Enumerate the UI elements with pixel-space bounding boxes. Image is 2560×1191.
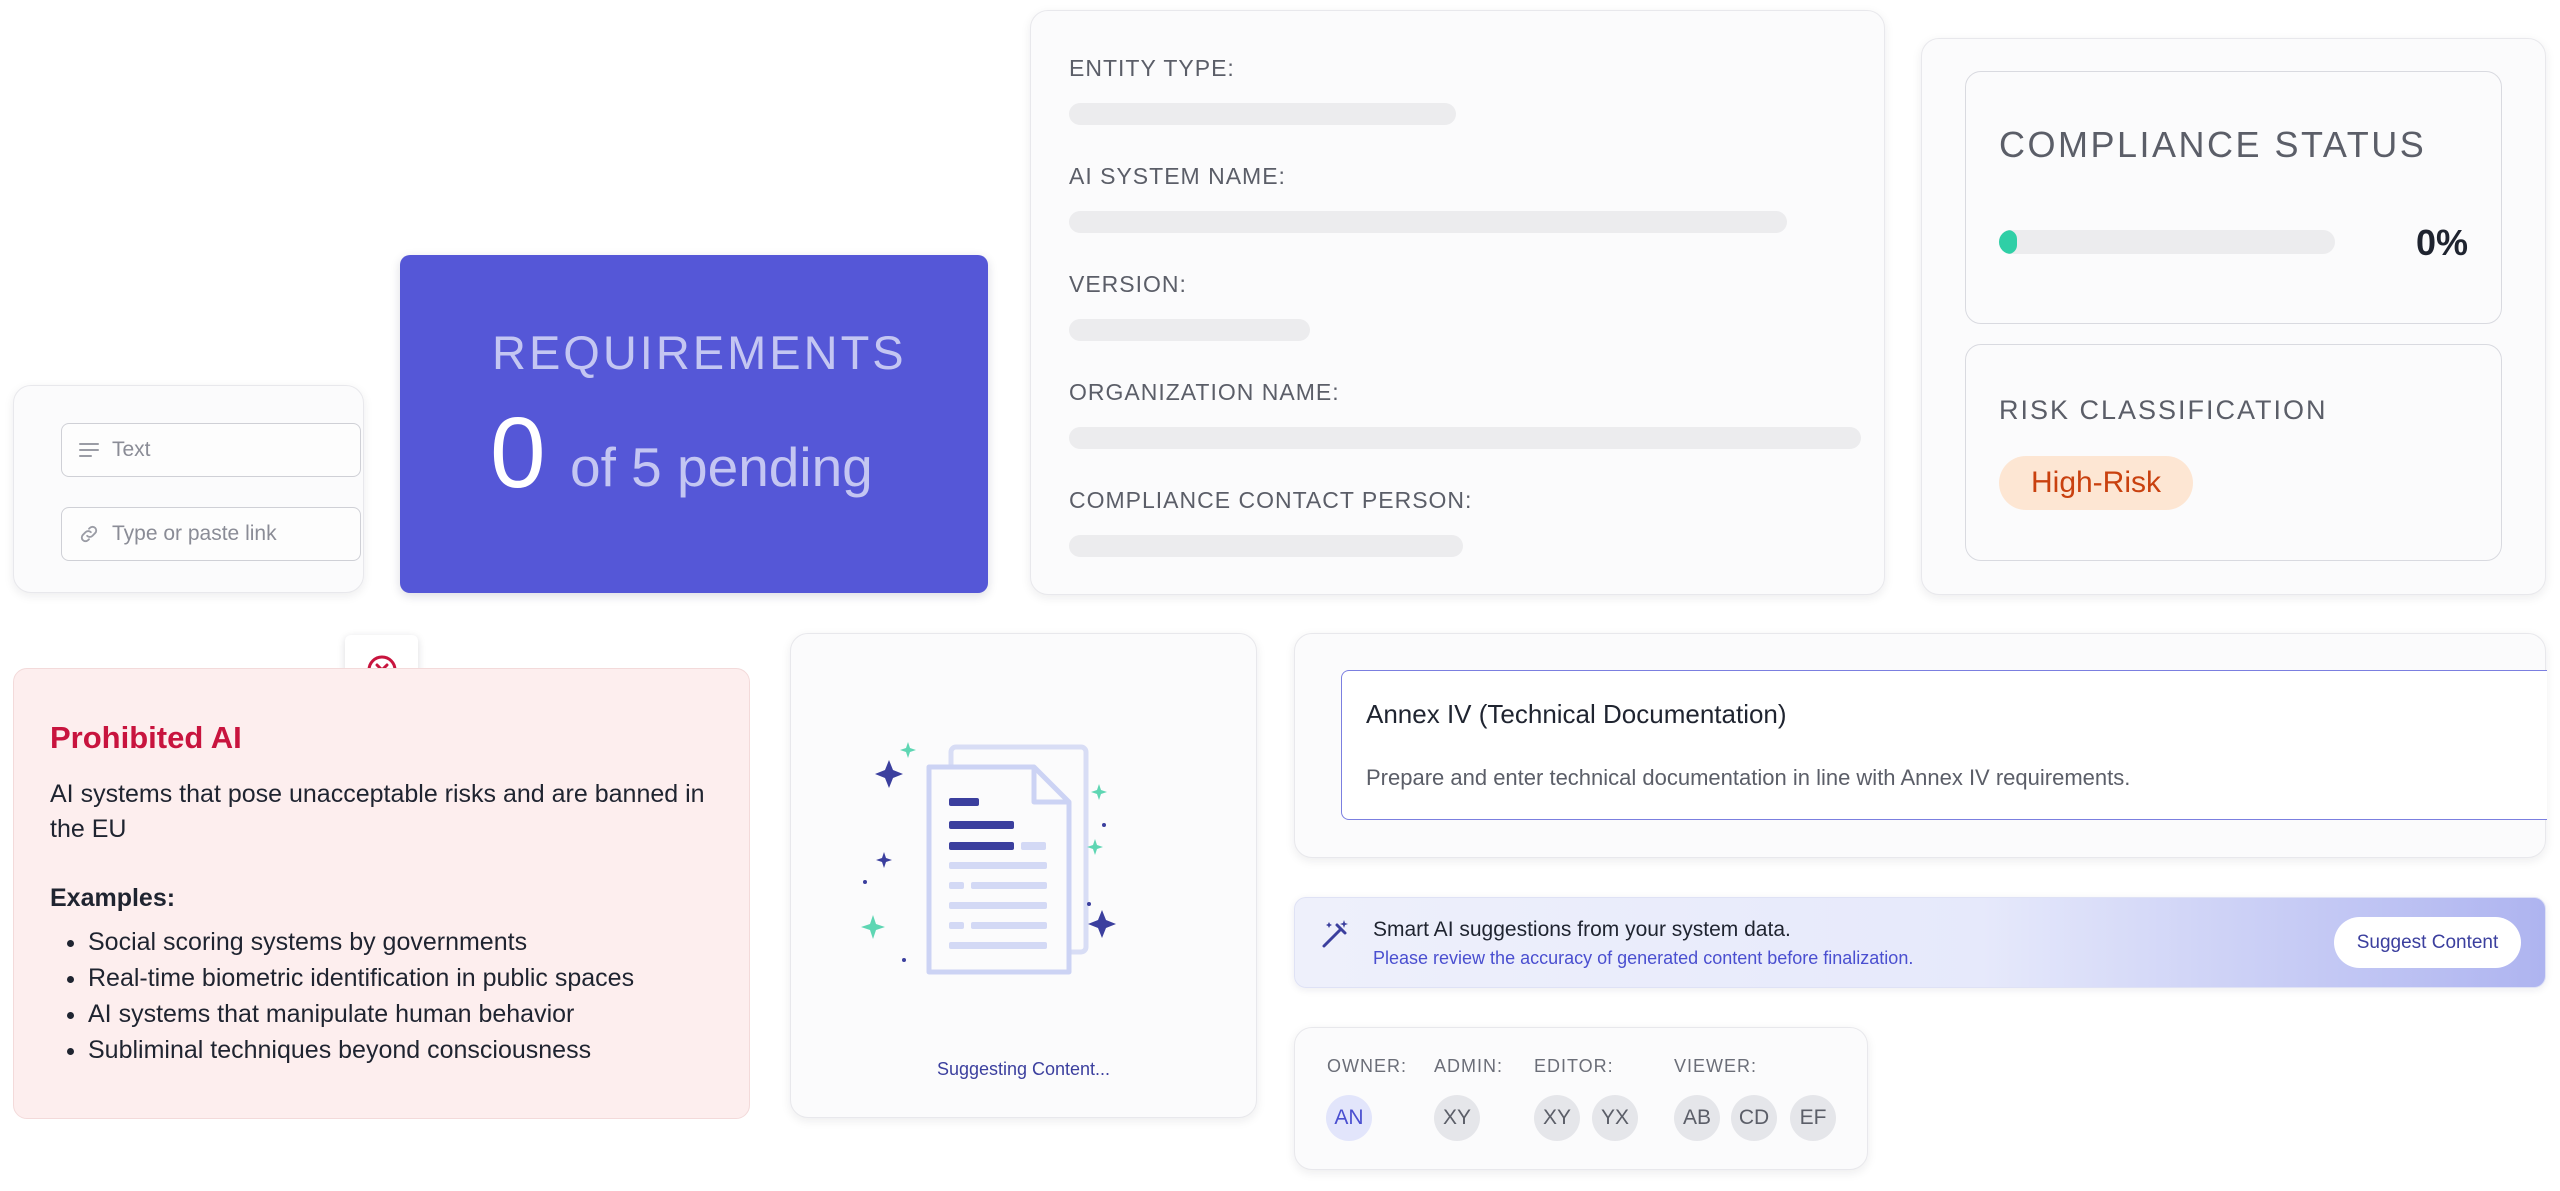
compliance-contact-label: COMPLIANCE CONTACT PERSON:: [1069, 487, 1473, 513]
list-item: AI systems that manipulate human behavio…: [88, 997, 634, 1031]
prohibited-ai-card: Prohibited AI AI systems that pose unacc…: [13, 668, 750, 1119]
compliance-progress-track: [1999, 230, 2335, 254]
annex-description: Prepare and enter technical documentatio…: [1366, 765, 2131, 790]
version-label: VERSION:: [1069, 271, 1187, 297]
entity-form-card: ENTITY TYPE: AI SYSTEM NAME: VERSION: OR…: [1030, 10, 1885, 595]
roles-card: [1294, 1027, 1868, 1170]
ai-system-name-field[interactable]: [1069, 211, 1787, 233]
avatar[interactable]: AB: [1674, 1095, 1720, 1141]
link-input-card: Text Type or paste link: [13, 385, 364, 593]
compliance-contact-field[interactable]: [1069, 535, 1463, 557]
prohibited-title: Prohibited AI: [50, 720, 242, 755]
annex-title: Annex IV (Technical Documentation): [1366, 699, 1787, 729]
viewer-label: VIEWER:: [1674, 1056, 1758, 1076]
avatar[interactable]: CD: [1731, 1095, 1777, 1141]
suggest-content-button[interactable]: Suggest Content: [2334, 917, 2521, 968]
compliance-progress-fill: [1999, 230, 2017, 254]
smart-ai-banner: Smart AI suggestions from your system da…: [1294, 897, 2546, 988]
magic-wand-icon: [1322, 920, 1348, 948]
avatar[interactable]: EF: [1790, 1095, 1836, 1141]
text-field[interactable]: Text: [61, 423, 361, 477]
examples-list: Social scoring systems by governments Re…: [50, 925, 634, 1069]
avatar[interactable]: XY: [1534, 1095, 1580, 1141]
link-icon: [80, 525, 98, 543]
entity-type-field[interactable]: [1069, 103, 1456, 125]
examples-label: Examples:: [50, 884, 176, 912]
list-item: Subliminal techniques beyond consciousne…: [88, 1033, 634, 1067]
ai-system-name-label: AI SYSTEM NAME:: [1069, 163, 1286, 189]
prohibited-description: AI systems that pose unacceptable risks …: [50, 780, 705, 843]
risk-badge: High-Risk: [1999, 456, 2193, 510]
avatar[interactable]: YX: [1592, 1095, 1638, 1141]
compliance-card: COMPLIANCE STATUS 0% RISK CLASSIFICATION…: [1921, 38, 2546, 595]
organization-name-label: ORGANIZATION NAME:: [1069, 379, 1340, 405]
link-field[interactable]: Type or paste link: [61, 507, 361, 561]
avatar[interactable]: XY: [1434, 1095, 1480, 1141]
requirements-card: REQUIREMENTS 0 of 5 pending: [400, 255, 988, 593]
annex-card: Annex IV (Technical Documentation) Prepa…: [1294, 633, 2547, 858]
version-field[interactable]: [1069, 319, 1310, 341]
admin-label: ADMIN:: [1434, 1056, 1503, 1076]
list-item: Real-time biometric identification in pu…: [88, 961, 634, 995]
compliance-percent: 0%: [2415, 222, 2468, 263]
document-sparkles-illustration: [861, 742, 1116, 975]
compliance-status-title: COMPLIANCE STATUS: [1999, 124, 2427, 165]
annex-item[interactable]: Annex IV (Technical Documentation) Prepa…: [1341, 670, 2547, 820]
link-field-placeholder: Type or paste link: [112, 522, 277, 545]
compliance-status-panel: COMPLIANCE STATUS 0%: [1965, 71, 2502, 324]
text-field-placeholder: Text: [112, 438, 151, 461]
organization-name-field[interactable]: [1069, 427, 1861, 449]
risk-classification-panel: RISK CLASSIFICATION High-Risk: [1965, 344, 2502, 561]
requirements-count: 0: [490, 397, 546, 509]
risk-classification-title: RISK CLASSIFICATION: [1999, 395, 2328, 425]
suggesting-status: Suggesting Content...: [936, 1059, 1111, 1079]
editor-label: EDITOR:: [1534, 1056, 1614, 1076]
owner-label: OWNER:: [1327, 1056, 1407, 1076]
text-lines-icon: [79, 443, 99, 457]
requirements-pending: of 5 pending: [570, 436, 873, 498]
list-item: Social scoring systems by governments: [88, 925, 634, 959]
requirements-title: REQUIREMENTS: [492, 326, 907, 379]
smart-ai-title: Smart AI suggestions from your system da…: [1373, 918, 1791, 941]
suggesting-content-card: Suggesting Content...: [790, 633, 1257, 1118]
entity-type-label: ENTITY TYPE:: [1069, 55, 1235, 81]
avatar[interactable]: AN: [1326, 1095, 1372, 1141]
smart-ai-subtitle: Please review the accuracy of generated …: [1373, 948, 1914, 968]
